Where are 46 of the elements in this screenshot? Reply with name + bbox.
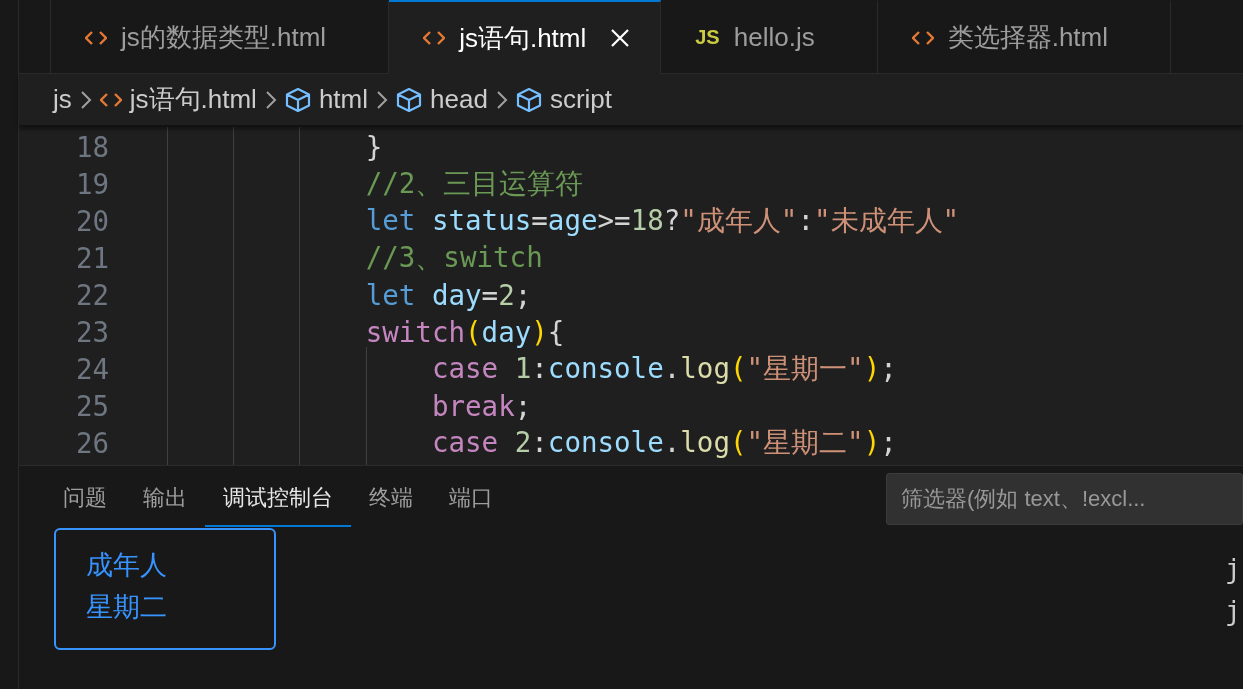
line-number: 26: [74, 426, 109, 459]
cube-icon: [284, 86, 311, 113]
code-line: case 1:console.log("星期一");: [167, 350, 897, 387]
line-number: 21: [74, 241, 109, 274]
editor-tab[interactable]: JS hello.js: [661, 0, 878, 73]
panel-tab[interactable]: 调试控制台: [205, 471, 351, 527]
breadcrumb-item[interactable]: html: [284, 84, 369, 115]
panel-tab[interactable]: 端口: [431, 471, 511, 527]
code-icon: [99, 91, 122, 108]
breadcrumb-item[interactable]: js语句.html: [99, 82, 257, 117]
console-message: 星期二: [86, 590, 168, 624]
code-line: }: [167, 130, 383, 163]
breadcrumb-item[interactable]: head: [396, 84, 488, 115]
breadcrumb-item[interactable]: js: [53, 84, 72, 115]
cube-icon: [515, 86, 542, 113]
chevron-right-icon: [79, 89, 92, 110]
code-line: let day=2;: [167, 278, 532, 311]
source-link[interactable]: j: [1225, 590, 1243, 632]
code-line: break;: [167, 389, 532, 422]
panel-tab[interactable]: 输出: [125, 471, 205, 527]
line-number: 23: [74, 315, 109, 348]
code-line: switch(day){: [167, 315, 565, 348]
console-message: 成年人: [86, 548, 168, 582]
cube-icon: [396, 86, 423, 113]
editor-tab[interactable]: js语句.html: [389, 0, 662, 74]
editor-tab[interactable]: 类选择器.html: [877, 0, 1171, 73]
code-icon: [85, 29, 107, 46]
panel-tab[interactable]: 终端: [351, 471, 431, 527]
source-link[interactable]: j: [1225, 548, 1243, 590]
code-icon: [911, 29, 934, 46]
line-number: 22: [74, 278, 109, 311]
filter-field[interactable]: 筛选器(例如 text、!excl...: [886, 473, 1243, 525]
breadcrumb-item[interactable]: script: [515, 84, 612, 115]
code-line: //3、switch: [167, 239, 543, 276]
line-number: 20: [74, 204, 109, 237]
line-number: 24: [74, 352, 109, 385]
chevron-right-icon: [264, 89, 277, 110]
panel-tab[interactable]: 问题: [45, 471, 125, 527]
chevron-right-icon: [376, 89, 389, 110]
js-file-icon: JS: [695, 26, 720, 49]
close-icon: [610, 28, 631, 48]
chevron-right-icon: [495, 89, 508, 110]
line-number: 18: [74, 130, 109, 163]
code-icon: [423, 30, 446, 46]
line-number: 25: [74, 389, 109, 422]
line-number: 19: [74, 167, 109, 200]
